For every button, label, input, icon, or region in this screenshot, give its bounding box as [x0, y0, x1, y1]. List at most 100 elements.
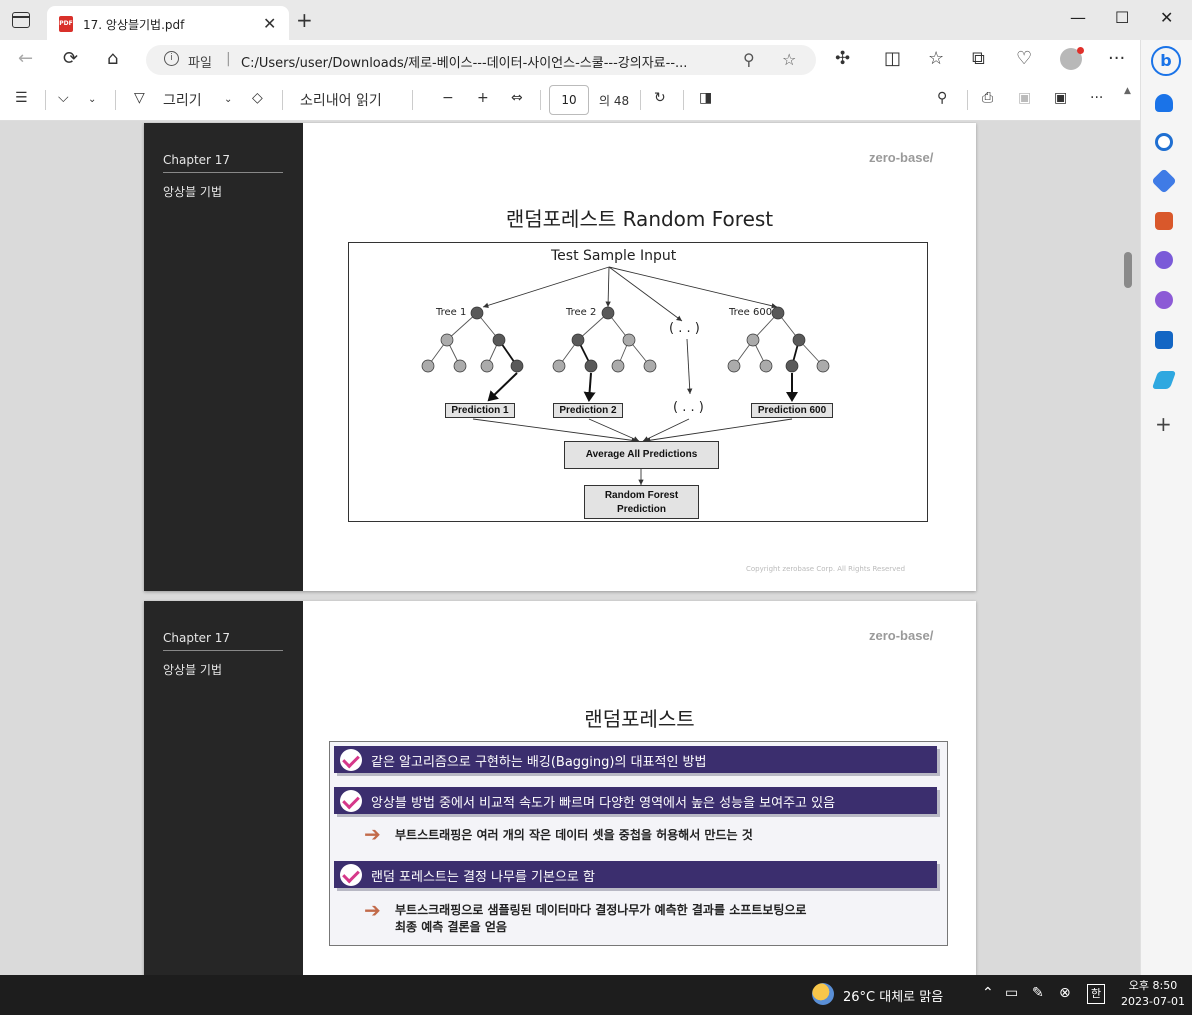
toolbar-divider: [115, 90, 116, 110]
more-menu-icon[interactable]: ···: [1108, 48, 1125, 69]
average-predictions-box: Average All Predictions: [564, 441, 719, 469]
chapter-subtitle: 앙상블 기법: [163, 663, 223, 677]
search-icon[interactable]: [1155, 133, 1173, 151]
chapter-label: Chapter 17: [163, 153, 231, 167]
scroll-up-icon[interactable]: ▲: [1124, 86, 1131, 96]
pdf-toolbar: ☰ ⌵ ⌄ ▽ 그리기 ⌄ ◇ 소리내어 읽기 − + ⇔ 10 의 48 ↻ …: [0, 80, 1140, 121]
bullet-band: 앙상블 방법 중에서 비교적 속도가 빠르며 다양한 영역에서 높은 성능을 보…: [334, 787, 937, 814]
contents-icon[interactable]: ☰: [15, 90, 28, 106]
notification-bell-icon[interactable]: [1155, 94, 1173, 112]
final-prediction-line2: Prediction: [617, 504, 666, 515]
clock[interactable]: 오후 8:50 2023-07-01: [1118, 978, 1188, 1010]
zoom-in-icon[interactable]: +: [477, 90, 489, 106]
random-forest-diagram: Test Sample Input Tree 1 Tree 2 ( . . ) …: [348, 242, 928, 522]
save-icon[interactable]: ▣: [1018, 90, 1031, 106]
chevron-down-icon[interactable]: ⌄: [88, 94, 96, 105]
mute-icon[interactable]: ⊗: [1059, 985, 1071, 1001]
toolbar-divider: [683, 90, 684, 110]
tab-actions-icon[interactable]: [12, 12, 30, 28]
weather-icon[interactable]: [812, 983, 834, 1005]
tree-600-label: Tree 600: [729, 307, 773, 318]
pdf-file-icon: PDF: [59, 16, 73, 32]
check-icon: [340, 749, 362, 771]
page-title: 랜덤포레스트: [584, 707, 695, 731]
page-total: 의 48: [599, 94, 630, 108]
info-icon[interactable]: i: [164, 51, 179, 66]
zerobase-logo: zero-base/: [869, 150, 934, 165]
split-screen-icon[interactable]: ◫: [884, 48, 901, 69]
favorites-icon[interactable]: ☆: [928, 48, 944, 69]
puzzle-icon[interactable]: ✣: [835, 48, 850, 69]
network-icon[interactable]: ▭: [1005, 985, 1018, 1001]
search-icon[interactable]: ⚲: [937, 90, 947, 106]
notification-dot: [1077, 47, 1084, 54]
more-options-icon[interactable]: ···: [1090, 90, 1103, 106]
chevron-down-icon[interactable]: ⌄: [224, 94, 232, 105]
windows-taskbar: 26°C 대체로 맑음 ⌃ ▭ ✎ ⊗ 한 오후 8:50 2023-07-01: [0, 975, 1192, 1015]
shopping-tag-icon[interactable]: [1151, 168, 1177, 194]
chapter-divider: [163, 172, 283, 173]
navigation-bar: ← ⟳ ⌂ i 파일 | C:/Users/user/Downloads/제로-…: [0, 40, 1140, 80]
refresh-icon[interactable]: ⟳: [63, 48, 78, 69]
browser-essentials-icon[interactable]: ♡: [1016, 48, 1032, 69]
toolbar-divider: [412, 90, 413, 110]
add-app-icon[interactable]: +: [1155, 412, 1172, 436]
bullet-band: 같은 알고리즘으로 구현하는 배깅(Bagging)의 대표적인 방법: [334, 746, 937, 773]
tree-ellipsis-label: ( . . ): [669, 321, 700, 336]
page-number-input[interactable]: 10: [549, 85, 589, 115]
bullet-band: 랜덤 포레스트는 결정 나무를 기본으로 함: [334, 861, 937, 888]
diagram-graphics: [421, 266, 830, 485]
bullet-panel: 같은 알고리즘으로 구현하는 배깅(Bagging)의 대표적인 방법 앙상블 …: [329, 741, 948, 946]
scrollbar-thumb[interactable]: [1124, 252, 1132, 288]
address-bar[interactable]: i 파일 | C:/Users/user/Downloads/제로-베이스---…: [146, 45, 816, 75]
games-icon[interactable]: [1155, 251, 1173, 269]
outlook-icon[interactable]: [1155, 331, 1173, 349]
print-icon[interactable]: ⎙: [982, 90, 993, 106]
toolbar-divider: [967, 90, 968, 110]
eraser-icon[interactable]: ◇: [252, 90, 263, 106]
draw-button[interactable]: 그리기: [163, 90, 202, 110]
chevron-up-icon[interactable]: ⌃: [982, 985, 994, 1001]
chapter-divider: [163, 650, 283, 651]
tools-briefcase-icon[interactable]: [1155, 212, 1173, 230]
highlight-icon[interactable]: ⌵: [58, 90, 69, 106]
rotate-icon[interactable]: ↻: [654, 90, 666, 106]
read-aloud-button[interactable]: 소리내어 읽기: [300, 90, 382, 110]
draw-icon[interactable]: ▽: [134, 90, 145, 106]
back-arrow-icon[interactable]: ←: [18, 48, 33, 69]
drop-icon[interactable]: [1151, 371, 1177, 389]
zoom-out-icon[interactable]: −: [442, 90, 454, 106]
maximize-icon[interactable]: ☐: [1115, 8, 1129, 27]
ime-indicator[interactable]: 한: [1087, 984, 1105, 1004]
active-tab[interactable]: PDF 17. 앙상블기법.pdf ✕: [47, 6, 289, 40]
tree-1-label: Tree 1: [436, 307, 467, 318]
microsoft-365-icon[interactable]: [1155, 291, 1173, 309]
magnifier-icon[interactable]: ⚲: [743, 50, 755, 69]
prediction-2-box: Prediction 2: [553, 403, 623, 418]
tab-close-icon[interactable]: ✕: [263, 14, 276, 33]
bing-chat-icon[interactable]: b: [1151, 46, 1181, 76]
fit-width-icon[interactable]: ⇔: [511, 90, 523, 106]
toolbar-divider: [45, 90, 46, 110]
pen-icon[interactable]: ✎: [1032, 985, 1044, 1001]
clock-time: 오후 8:50: [1128, 979, 1178, 992]
collections-icon[interactable]: ⧉: [972, 48, 985, 69]
url-text[interactable]: C:/Users/user/Downloads/제로-베이스---데이터-사이언…: [241, 52, 741, 71]
weather-text[interactable]: 26°C 대체로 맑음: [843, 986, 943, 1005]
window-close-icon[interactable]: ✕: [1160, 8, 1173, 27]
minimize-icon[interactable]: —: [1070, 8, 1086, 27]
zerobase-logo: zero-base/: [869, 628, 934, 643]
chapter-subtitle: 앙상블 기법: [163, 185, 223, 199]
new-tab-button[interactable]: +: [296, 8, 313, 32]
chapter-sidebar: Chapter 17 앙상블 기법: [144, 123, 303, 591]
page-view-icon[interactable]: ◨: [699, 90, 712, 106]
toolbar-divider: [640, 90, 641, 110]
final-prediction-line1: Random Forest: [604, 490, 679, 501]
file-label: 파일: [188, 56, 212, 71]
home-icon[interactable]: ⌂: [107, 48, 118, 69]
star-icon[interactable]: ☆: [782, 50, 796, 69]
save-as-icon[interactable]: ▣: [1054, 90, 1067, 106]
arrow-right-icon: ➔: [364, 898, 381, 922]
chapter-label: Chapter 17: [163, 631, 231, 645]
test-sample-input-label: Test Sample Input: [551, 248, 677, 264]
